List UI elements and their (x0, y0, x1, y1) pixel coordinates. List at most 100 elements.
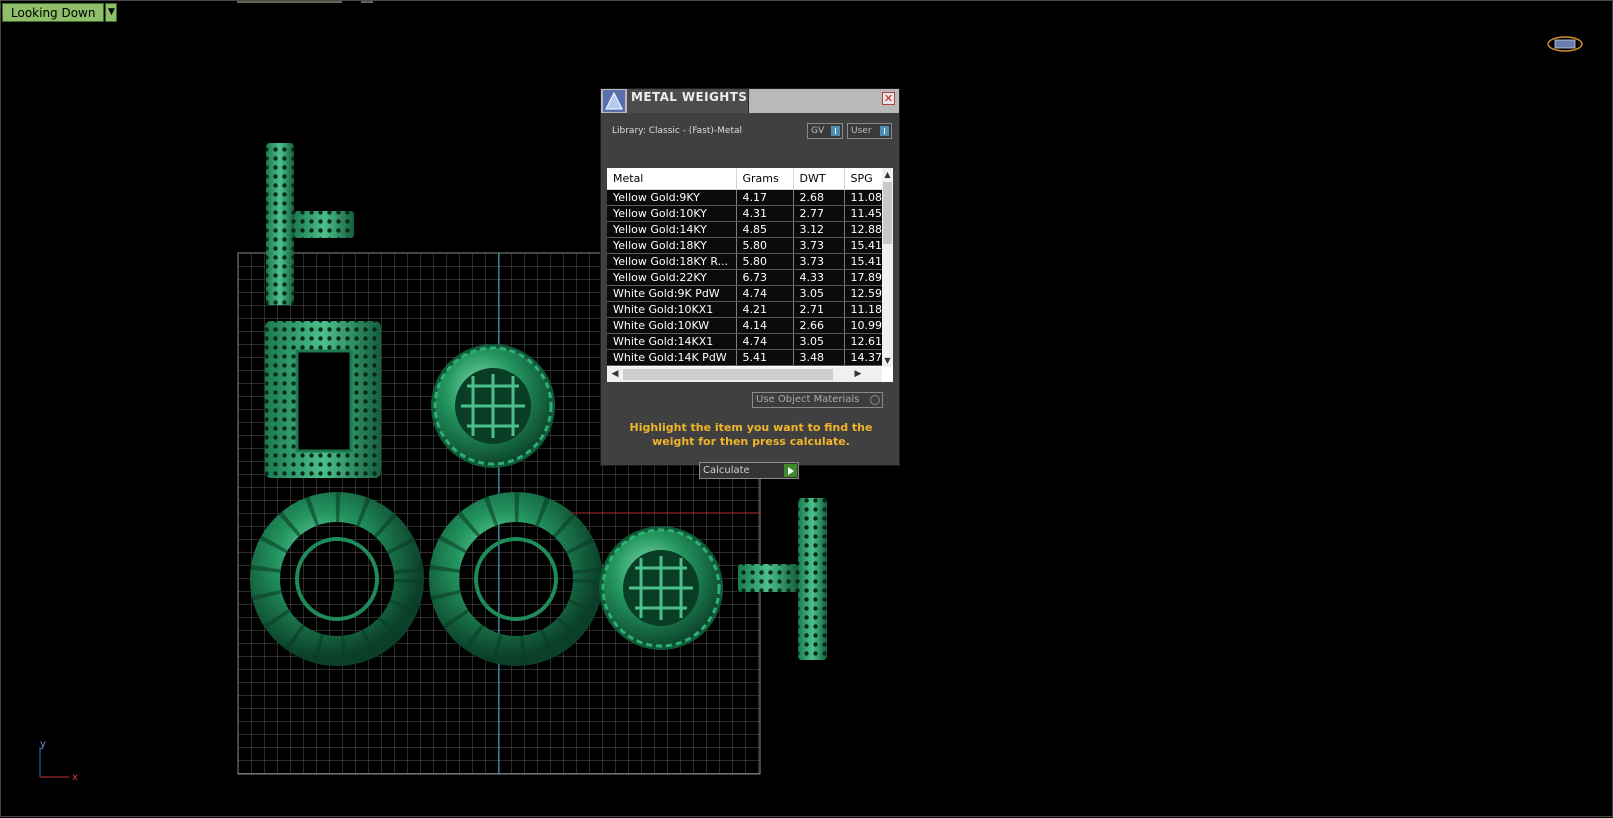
cell-dwt: 3.73 (793, 253, 845, 270)
cell-grams: 4.74 (736, 333, 794, 350)
metal-weights-dialog[interactable]: METAL WEIGHTS ✕ Library: Classic - (Fast… (600, 88, 900, 479)
cell-metal: Yellow Gold:9KY (607, 189, 737, 206)
navigation-cube-icon[interactable] (1546, 35, 1584, 53)
cell-spg: 15.41 (844, 237, 883, 254)
lattice-ball-upper-model (431, 344, 555, 468)
cell-dwt: 4.33 (793, 269, 845, 286)
table-row[interactable]: White Gold:9K PdW 4.74 3.05 12.59 (607, 285, 883, 302)
cell-dwt: 2.71 (793, 301, 845, 318)
cell-grams: 5.41 (736, 349, 794, 366)
cell-spg: 14.37 (844, 349, 883, 366)
dialog-header[interactable]: METAL WEIGHTS ✕ (601, 89, 899, 113)
cell-spg: 12.59 (844, 285, 883, 302)
cell-dwt: 3.05 (793, 333, 845, 350)
column-header-dwt[interactable]: DWT (793, 168, 845, 190)
cell-spg: 17.89 (844, 269, 883, 286)
cell-dwt: 3.73 (793, 237, 845, 254)
cell-dwt: 3.48 (793, 349, 845, 366)
cell-grams: 4.14 (736, 317, 794, 334)
vertical-scroll-thumb[interactable] (883, 182, 892, 244)
table-row[interactable]: Yellow Gold:9KY 4.17 2.68 11.08 (607, 189, 883, 206)
cell-metal: Yellow Gold:10KY (607, 205, 737, 222)
cell-grams: 4.21 (736, 301, 794, 318)
cell-metal: White Gold:10KX1 (607, 301, 737, 318)
cell-grams: 4.17 (736, 189, 794, 206)
user-toggle-label: User (851, 126, 872, 136)
scroll-left-icon[interactable]: ◀ (609, 367, 621, 382)
calculate-button[interactable]: Calculate (699, 462, 799, 479)
cell-metal: White Gold:10KW (607, 317, 737, 334)
table-row[interactable]: White Gold:14K PdW 5.41 3.48 14.37 (607, 349, 883, 366)
cell-spg: 11.45 (844, 205, 883, 222)
table-row[interactable]: Yellow Gold:18KY 5.80 3.73 15.41 (607, 237, 883, 254)
use-object-materials-label: Use Object Materials (756, 394, 860, 405)
scroll-up-icon[interactable]: ▲ (882, 169, 893, 181)
cell-spg: 10.99 (844, 317, 883, 334)
column-header-metal[interactable]: Metal (607, 168, 737, 190)
cell-dwt: 2.77 (793, 205, 845, 222)
cell-metal: Yellow Gold:18KY R... (607, 253, 737, 270)
dialog-body: Library: Classic - (Fast)-Metal GV User … (601, 113, 899, 479)
scroll-down-icon[interactable]: ▼ (882, 355, 893, 367)
flask-icon (603, 90, 625, 112)
gv-toggle[interactable]: GV (807, 123, 843, 139)
table-row[interactable]: Yellow Gold:18KY R... 5.80 3.73 15.41 (607, 253, 883, 270)
table-header-row: Metal Grams DWT SPG (607, 168, 883, 190)
gv-toggle-label: GV (811, 126, 825, 136)
cell-metal: Yellow Gold:14KY (607, 221, 737, 238)
table-row[interactable]: White Gold:14KX1 4.74 3.05 12.61 (607, 333, 883, 350)
cell-dwt: 3.05 (793, 285, 845, 302)
horizontal-scrollbar[interactable]: ◀ ▶ (607, 367, 882, 382)
metal-weights-table[interactable]: Metal Grams DWT SPG Yellow Gold:9KY 4.17 2… (607, 168, 893, 382)
toggle-switch-icon (831, 126, 840, 136)
table-row[interactable]: White Gold:10KW 4.14 2.66 10.99 (607, 317, 883, 334)
use-object-materials-toggle[interactable]: Use Object Materials (752, 392, 883, 408)
cell-grams: 5.80 (736, 237, 794, 254)
column-header-grams[interactable]: Grams (736, 168, 794, 190)
table-row[interactable]: Yellow Gold:10KY 4.31 2.77 11.45 (607, 205, 883, 222)
vertical-scrollbar[interactable]: ▲ ▼ (882, 168, 893, 367)
table-row[interactable]: White Gold:10KX1 4.21 2.71 11.18 (607, 301, 883, 318)
cell-metal: White Gold:14KX1 (607, 333, 737, 350)
cell-spg: 11.08 (844, 189, 883, 206)
user-toggle[interactable]: User (847, 123, 892, 139)
cell-metal: White Gold:9K PdW (607, 285, 737, 302)
play-icon (784, 464, 797, 477)
cell-metal: White Gold:14K PdW (607, 349, 737, 366)
view-mode-dropdown[interactable]: Looking Down ▼ (2, 3, 118, 22)
table-row[interactable]: Yellow Gold:14KY 4.85 3.12 12.88 (607, 221, 883, 238)
lattice-ball-lower-model (599, 526, 723, 650)
toggle-switch-icon (880, 126, 889, 136)
cell-grams: 5.80 (736, 253, 794, 270)
library-label: Library: Classic - (Fast)-Metal (612, 126, 743, 136)
column-header-spg[interactable]: SPG (844, 168, 883, 190)
radio-icon (870, 395, 880, 405)
cell-grams: 6.73 (736, 269, 794, 286)
cell-grams: 4.85 (736, 221, 794, 238)
close-icon[interactable]: ✕ (882, 92, 895, 105)
dialog-title: METAL WEIGHTS (631, 90, 748, 104)
cell-spg: 15.41 (844, 253, 883, 270)
view-mode-label[interactable]: Looking Down (2, 3, 105, 22)
calculate-button-label: Calculate (703, 465, 750, 476)
cell-dwt: 2.68 (793, 189, 845, 206)
axis-label-y: y (40, 739, 46, 750)
cell-metal: Yellow Gold:22KY (607, 269, 737, 286)
axis-label-x: x (72, 772, 78, 783)
horizontal-scroll-thumb[interactable] (623, 369, 833, 380)
dialog-title-tab[interactable]: METAL WEIGHTS (627, 89, 749, 113)
cell-spg: 12.88 (844, 221, 883, 238)
cell-spg: 11.18 (844, 301, 883, 318)
cell-dwt: 3.12 (793, 221, 845, 238)
cell-grams: 4.31 (736, 205, 794, 222)
instruction-text: Highlight the item you want to find the … (629, 421, 873, 448)
scroll-right-icon[interactable]: ▶ (852, 367, 864, 382)
axis-indicator: y x (39, 739, 78, 783)
cell-metal: Yellow Gold:18KY (607, 237, 737, 254)
cell-grams: 4.74 (736, 285, 794, 302)
chevron-down-icon[interactable]: ▼ (105, 3, 118, 22)
rectangle-frame-model (265, 321, 381, 478)
cell-spg: 12.61 (844, 333, 883, 350)
cell-dwt: 2.66 (793, 317, 845, 334)
table-row[interactable]: Yellow Gold:22KY 6.73 4.33 17.89 (607, 269, 883, 286)
